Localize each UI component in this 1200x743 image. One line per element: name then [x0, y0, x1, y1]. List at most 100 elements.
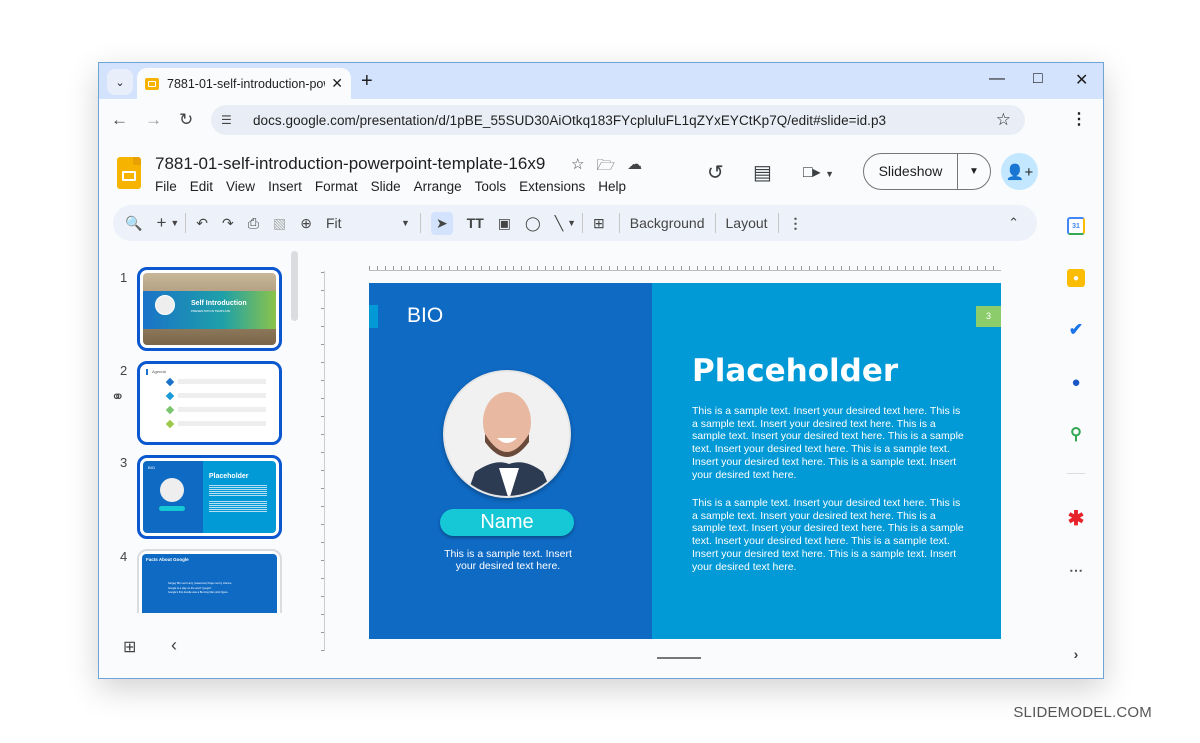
collapse-filmstrip-icon[interactable]: ‹: [171, 635, 177, 656]
vertical-ruler[interactable]: [317, 271, 325, 651]
close-icon[interactable]: ✕: [331, 75, 343, 92]
menu-edit[interactable]: Edit: [190, 179, 213, 194]
redo-icon[interactable]: ↷: [222, 215, 234, 232]
more-addons-icon[interactable]: ⋯: [1067, 561, 1085, 579]
browser-window: ⌄ 7881-01-self-introduction-pow ✕ + — □ …: [98, 62, 1104, 679]
reload-icon[interactable]: ↻: [179, 110, 193, 130]
tasks-icon[interactable]: ✔: [1067, 320, 1085, 339]
bio-title[interactable]: BIO: [407, 304, 443, 328]
maps-icon[interactable]: ⚲: [1067, 425, 1085, 443]
menu-help[interactable]: Help: [598, 179, 626, 194]
contacts-icon[interactable]: ●: [1067, 373, 1085, 391]
insert-image-icon[interactable]: ▣: [498, 215, 511, 232]
chevron-down-icon: ▼: [401, 218, 410, 228]
slide-number: 2: [120, 363, 128, 378]
slide-number: 1: [120, 270, 128, 285]
menu-arrange[interactable]: Arrange: [414, 179, 462, 194]
window-close-icon[interactable]: ✕: [1075, 70, 1088, 90]
document-title[interactable]: 7881-01-self-introduction-powerpoint-tem…: [155, 154, 545, 174]
comments-icon[interactable]: ▤: [753, 160, 772, 185]
slide-thumbnail-1[interactable]: Self Introduction PRESENTATION TEMPLATE: [137, 267, 282, 351]
toolbar: 🔍 + ▼ ↶ ↷ ⎙ ▧ ⊕ Fit ▼ ➤ TT ▣ ◯ ╲ ▼ ⊞ Bac…: [113, 205, 1037, 241]
url-text: docs.google.com/presentation/d/1pBE_55SU…: [253, 112, 887, 128]
filmstrip: 1 Self Introduction PRESENTATION TEMPLAT…: [99, 243, 299, 613]
speaker-notes-drag-handle[interactable]: [657, 657, 701, 659]
menu-extensions[interactable]: Extensions: [519, 179, 585, 194]
search-menus-icon[interactable]: 🔍: [125, 215, 142, 232]
forward-icon[interactable]: →: [145, 110, 162, 130]
browser-tab[interactable]: 7881-01-self-introduction-pow ✕: [137, 68, 351, 99]
menu-tools[interactable]: Tools: [475, 179, 507, 194]
slide-paragraph-1[interactable]: This is a sample text. Insert your desir…: [692, 405, 967, 481]
menu-file[interactable]: File: [155, 179, 177, 194]
slide-heading[interactable]: Placeholder: [692, 353, 898, 389]
print-icon[interactable]: ⎙: [248, 215, 259, 232]
name-label[interactable]: Name: [440, 509, 574, 536]
slideshow-button[interactable]: Slideshow ▼: [863, 153, 991, 190]
site-info-icon[interactable]: ☰: [221, 113, 241, 127]
slides-logo-icon[interactable]: [117, 157, 141, 189]
minimize-icon[interactable]: —: [989, 70, 1005, 88]
editor-canvas: BIO Name This is a sample text. Insert y…: [317, 263, 1037, 673]
thumb-bio: BIO: [148, 465, 155, 470]
line-icon[interactable]: ╲: [555, 215, 563, 232]
new-slide-icon[interactable]: +: [156, 213, 166, 233]
back-icon[interactable]: ←: [111, 110, 128, 130]
star-icon[interactable]: ☆: [571, 155, 584, 180]
thumb-title: Agenda: [152, 369, 166, 374]
more-options-icon[interactable]: ⋮: [789, 215, 803, 232]
menu-format[interactable]: Format: [315, 179, 358, 194]
undo-icon[interactable]: ↶: [196, 215, 208, 232]
share-button[interactable]: 👤+: [1001, 153, 1038, 190]
horizontal-ruler[interactable]: [369, 263, 1001, 271]
slideshow-label[interactable]: Slideshow: [864, 154, 958, 189]
name-description[interactable]: This is a sample text. Insert your desir…: [439, 548, 577, 572]
addon-asterisk-icon[interactable]: ✱: [1067, 508, 1085, 530]
menu-insert[interactable]: Insert: [268, 179, 302, 194]
add-comment-icon[interactable]: ⊞: [593, 215, 605, 232]
divider: [419, 213, 421, 233]
keep-icon[interactable]: ●: [1067, 269, 1085, 287]
menu-view[interactable]: View: [226, 179, 255, 194]
slide-paragraph-2[interactable]: This is a sample text. Insert your desir…: [692, 497, 967, 573]
slides-favicon-icon: [145, 77, 159, 90]
layout-button[interactable]: Layout: [726, 215, 768, 231]
menu-slide[interactable]: Slide: [371, 179, 401, 194]
zoom-select[interactable]: Fit ▼: [326, 215, 410, 231]
watermark: SLIDEMODEL.COM: [1013, 704, 1152, 721]
add-person-icon: 👤+: [1005, 163, 1034, 181]
collapse-toolbar-icon[interactable]: ⌃: [1008, 215, 1019, 231]
zoom-icon[interactable]: ⊕: [300, 215, 312, 232]
maximize-icon[interactable]: □: [1033, 70, 1043, 88]
slideshow-dropdown-icon[interactable]: ▼: [958, 166, 990, 177]
slide-thumbnail-4[interactable]: Facts About Google Sergey Brin and Larry…: [137, 549, 282, 613]
profile-photo[interactable]: [443, 370, 571, 498]
paint-format-icon[interactable]: ▧: [273, 215, 286, 232]
star-icon[interactable]: ☆: [996, 110, 1011, 130]
move-folder-icon[interactable]: 🗁: [596, 155, 615, 180]
grid-view-icon[interactable]: ⊞: [123, 637, 136, 657]
background-button[interactable]: Background: [630, 215, 705, 231]
kebab-icon[interactable]: ⋮: [1071, 109, 1087, 129]
divider: [1067, 473, 1085, 474]
thumb-title: Facts About Google: [146, 557, 189, 562]
text-box-icon[interactable]: TT: [467, 215, 484, 231]
version-history-icon[interactable]: ↺: [707, 160, 724, 185]
tab-search-button[interactable]: ⌄: [107, 69, 133, 95]
filmstrip-scrollbar[interactable]: [291, 251, 298, 321]
new-tab-button[interactable]: +: [361, 70, 373, 93]
slide-right-panel: Placeholder This is a sample text. Inser…: [652, 283, 1001, 639]
slide-thumbnail-3[interactable]: BIO Placeholder: [137, 455, 282, 539]
menu-bar: File Edit View Insert Format Slide Arran…: [155, 179, 639, 194]
meet-camera-icon[interactable]: □▸ ▼: [803, 162, 834, 182]
cloud-saved-icon[interactable]: ☁: [627, 155, 642, 180]
shape-icon[interactable]: ◯: [525, 215, 541, 232]
slide-thumbnail-2[interactable]: Agenda: [137, 361, 282, 445]
slide-canvas[interactable]: BIO Name This is a sample text. Insert y…: [369, 283, 1001, 639]
show-side-panel-icon[interactable]: ›: [1067, 645, 1085, 663]
line-dropdown-icon[interactable]: ▼: [567, 218, 576, 228]
select-cursor-icon[interactable]: ➤: [430, 211, 453, 235]
url-input[interactable]: ☰ docs.google.com/presentation/d/1pBE_55…: [211, 105, 1025, 135]
calendar-icon[interactable]: 31: [1067, 217, 1085, 235]
new-slide-dropdown-icon[interactable]: ▼: [170, 218, 179, 228]
